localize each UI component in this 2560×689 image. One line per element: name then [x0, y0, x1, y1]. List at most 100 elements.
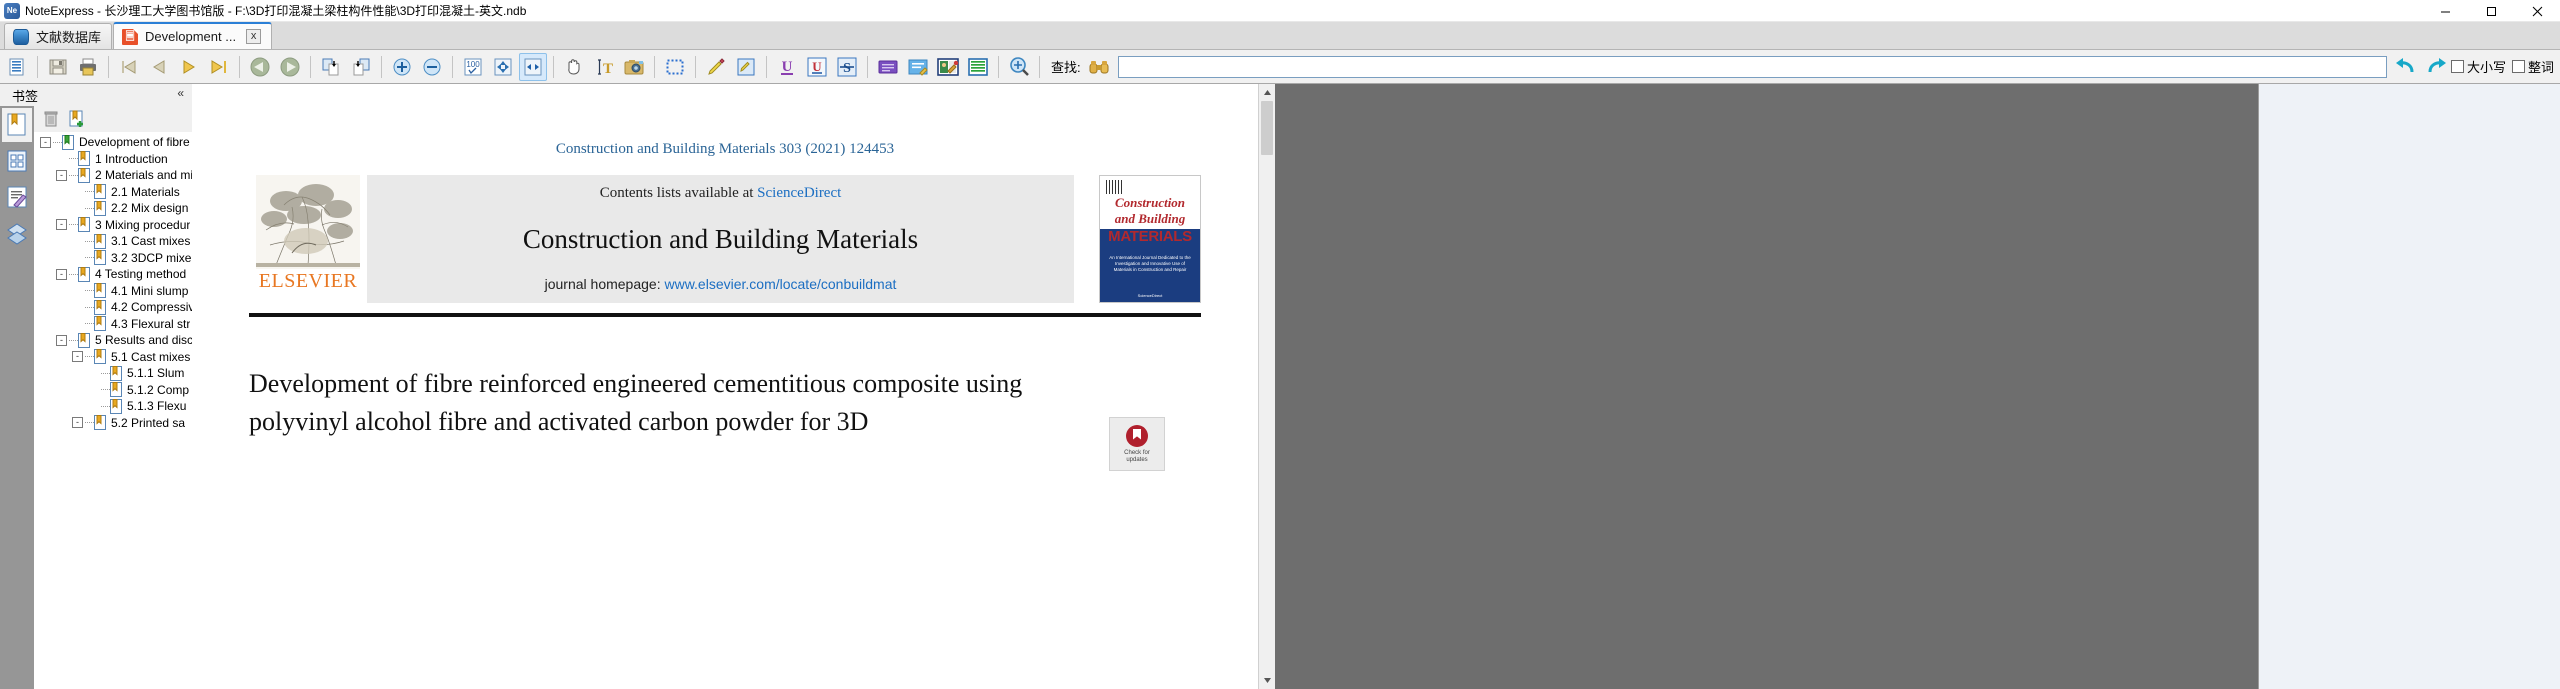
homepage-url[interactable]: www.elsevier.com/locate/conbuildmat — [664, 276, 896, 292]
next-view-icon[interactable] — [347, 53, 375, 81]
collapse-panel-icon[interactable]: « — [177, 86, 184, 100]
navigate-back-icon[interactable] — [246, 53, 274, 81]
bookmark-label: Development of fibre — [79, 135, 190, 150]
sidebar-tab-thumbnails[interactable] — [2, 144, 32, 178]
pdf-viewer: Construction and Building Materials 303 … — [192, 84, 2258, 689]
sidebar-tab-annotations[interactable] — [2, 180, 32, 214]
underline-icon[interactable]: U — [773, 53, 801, 81]
bookmark-item[interactable]: - 3 Mixing procedur — [34, 217, 192, 234]
find-previous-icon[interactable] — [2392, 53, 2420, 81]
sciencedirect-link[interactable]: ScienceDirect — [757, 185, 841, 201]
actual-size-icon[interactable]: 100 — [459, 53, 487, 81]
bookmark-item[interactable]: - Development of fibre — [34, 134, 192, 151]
match-case-checkbox[interactable]: 大小写 — [2450, 57, 2506, 76]
crossmark-badge[interactable]: Check for updates — [1109, 417, 1165, 471]
scroll-down-icon[interactable] — [1259, 672, 1275, 689]
pdf-page-area[interactable]: Construction and Building Materials 303 … — [192, 84, 2258, 689]
bookmark-item[interactable]: 4.1 Mini slump — [34, 283, 192, 300]
article-title-line-2: polyvinyl alcohol fibre and activated ca… — [249, 407, 869, 436]
find-next-icon[interactable] — [2422, 53, 2450, 81]
previous-view-icon[interactable] — [317, 53, 345, 81]
first-page-icon[interactable] — [115, 53, 143, 81]
scrollbar-track[interactable] — [1259, 101, 1275, 672]
bookmark-item[interactable]: 5.1.3 Flexu — [34, 398, 192, 415]
bookmark-item[interactable]: - 5.1 Cast mixes — [34, 349, 192, 366]
highlight-area-icon[interactable] — [732, 53, 760, 81]
bookmark-item[interactable]: 4.2 Compressiv — [34, 299, 192, 316]
sticky-note-icon[interactable] — [874, 53, 902, 81]
snapshot-icon[interactable] — [620, 53, 648, 81]
scrollbar-thumb[interactable] — [1261, 101, 1273, 155]
tree-connector — [85, 290, 94, 292]
find-input[interactable] — [1117, 55, 2387, 78]
select-area-icon[interactable] — [661, 53, 689, 81]
tab-document-database[interactable]: 文献数据库 — [4, 23, 113, 49]
previous-page-icon[interactable] — [145, 53, 173, 81]
search-icon[interactable] — [1005, 53, 1033, 81]
bookmark-item[interactable]: - 2 Materials and mi — [34, 167, 192, 184]
elsevier-logo: ELSEVIER — [249, 175, 367, 303]
binoculars-icon[interactable] — [1085, 53, 1113, 81]
bookmarks-panel-header: 书签 « — [0, 84, 192, 106]
add-bookmark-icon[interactable] — [64, 107, 90, 131]
tab-development-pdf[interactable]: 🗏 Development ... x — [113, 22, 273, 49]
bookmark-item[interactable]: 1 Introduction — [34, 151, 192, 168]
zoom-in-icon[interactable] — [388, 53, 416, 81]
underline-boxed-icon[interactable]: U — [803, 53, 831, 81]
toolbar-separator — [867, 55, 868, 78]
highlight-icon[interactable] — [702, 53, 730, 81]
tree-expander-toggle[interactable]: - — [56, 219, 67, 231]
tree-expander-toggle[interactable]: - — [72, 351, 83, 363]
scroll-up-icon[interactable] — [1259, 84, 1275, 101]
crossmark-icon — [1126, 424, 1148, 447]
trash-icon[interactable] — [38, 107, 64, 131]
fit-width-icon[interactable] — [519, 52, 547, 81]
print-icon[interactable] — [74, 53, 102, 81]
tree-expander-toggle[interactable]: - — [56, 334, 67, 346]
bookmark-item[interactable]: - 4 Testing method — [34, 266, 192, 283]
text-box-icon[interactable] — [904, 53, 932, 81]
next-page-icon[interactable] — [175, 53, 203, 81]
bookmarks-tree[interactable]: - Development of fibre 1 Introduction - 2 Ma… — [34, 132, 192, 689]
bookmark-item[interactable]: - 5.2 Printed sa — [34, 415, 192, 432]
fit-page-icon[interactable] — [489, 53, 517, 81]
bookmark-item[interactable]: 5.1.2 Comp — [34, 382, 192, 399]
window-title: NoteExpress - 长沙理工大学图书馆版 - F:\3D打印混凝土梁柱构… — [25, 4, 527, 18]
save-icon[interactable] — [44, 53, 72, 81]
bookmark-item[interactable]: 5.1.1 Slum — [34, 365, 192, 382]
select-text-icon[interactable]: T — [590, 53, 618, 81]
zoom-out-icon[interactable] — [418, 53, 446, 81]
tree-expander-toggle[interactable]: - — [72, 417, 83, 429]
bookmark-item[interactable]: 3.1 Cast mixes — [34, 233, 192, 250]
svg-text:T: T — [603, 61, 613, 77]
journal-title: Construction and Building Materials — [522, 223, 919, 254]
sidebar-tab-layers[interactable] — [2, 216, 32, 250]
last-page-icon[interactable] — [205, 53, 233, 81]
document-properties-icon[interactable] — [3, 53, 31, 81]
maximize-button[interactable] — [2468, 0, 2514, 22]
bookmarks-content: - Development of fibre 1 Introduction - 2 Ma… — [34, 106, 192, 689]
bookmark-item[interactable]: 3.2 3DCP mixe — [34, 250, 192, 267]
sidebar-tab-bookmarks[interactable] — [2, 108, 32, 142]
tree-connector — [85, 422, 94, 424]
bookmark-item[interactable]: 2.1 Materials — [34, 184, 192, 201]
minimize-button[interactable] — [2422, 0, 2468, 22]
stamp-icon[interactable] — [934, 53, 962, 81]
tree-expander-toggle[interactable]: - — [56, 268, 67, 280]
line-highlight-icon[interactable] — [964, 53, 992, 81]
bookmark-item[interactable]: 2.2 Mix design — [34, 200, 192, 217]
bookmark-item[interactable]: 4.3 Flexural str — [34, 316, 192, 333]
hand-tool-icon[interactable] — [560, 53, 588, 81]
vertical-scrollbar[interactable] — [1258, 84, 1275, 689]
elsevier-wordmark: ELSEVIER — [258, 270, 358, 292]
tree-expander-toggle[interactable]: - — [40, 136, 51, 148]
close-button[interactable] — [2514, 0, 2560, 22]
tree-expander-toggle[interactable]: - — [56, 169, 67, 181]
whole-word-checkbox[interactable]: 整词 — [2511, 57, 2554, 76]
pdf-icon: 🗏 — [122, 28, 139, 45]
tab-close-button[interactable]: x — [246, 29, 262, 44]
bookmark-item[interactable]: - 5 Results and disc — [34, 332, 192, 349]
article-title: Development of fibre reinforced engineer… — [249, 365, 1201, 441]
navigate-forward-icon[interactable] — [276, 53, 304, 81]
strikethrough-icon[interactable]: S — [833, 53, 861, 81]
